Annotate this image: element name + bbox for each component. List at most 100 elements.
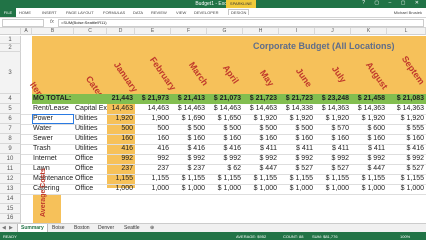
add-sheet-icon[interactable]: ⊕	[150, 225, 154, 231]
value-cell[interactable]: $ 500	[243, 124, 279, 134]
value-cell[interactable]: 1,155	[107, 174, 135, 184]
value-cell[interactable]: $ 1,690	[171, 114, 207, 124]
value-cell[interactable]: $ 160	[243, 134, 279, 144]
value-cell[interactable]: $ 14,338	[279, 104, 315, 114]
formula-input[interactable]: =SUM(Boise:Seattle!R11)	[58, 19, 424, 27]
column-header-d[interactable]: D	[107, 28, 135, 35]
value-cell[interactable]: 237	[107, 164, 135, 174]
select-all-corner[interactable]	[0, 28, 21, 35]
item-cell[interactable]: Trash	[33, 144, 74, 154]
column-header-g[interactable]: G	[207, 28, 243, 35]
value-cell[interactable]: $ 1,920	[315, 114, 351, 124]
user-name[interactable]: Michael Brusiek	[394, 10, 422, 15]
item-cell[interactable]: Internet	[33, 154, 74, 164]
name-box[interactable]	[2, 19, 44, 27]
column-header-i[interactable]: I	[279, 28, 315, 35]
value-cell[interactable]: $ 14,463	[171, 104, 207, 114]
category-cell[interactable]: Utilities	[75, 114, 107, 124]
value-cell[interactable]: 500	[107, 124, 135, 134]
value-cell[interactable]: 500	[135, 124, 171, 134]
row-header[interactable]: 4	[0, 94, 21, 104]
value-cell[interactable]: $ 160	[171, 134, 207, 144]
value-cell[interactable]: $ 14,463	[207, 104, 243, 114]
value-cell[interactable]: $ 160	[351, 134, 387, 144]
row-header[interactable]: 1	[0, 36, 21, 44]
category-cell[interactable]: Office	[75, 154, 107, 164]
value-cell[interactable]: 1,900	[135, 114, 171, 124]
item-cell[interactable]: Sewer	[33, 134, 74, 144]
value-cell[interactable]: 1,000	[135, 184, 171, 194]
value-cell[interactable]: $ 160	[279, 134, 315, 144]
value-cell[interactable]: $ 1,155	[351, 174, 387, 184]
value-cell[interactable]: $ 527	[315, 164, 351, 174]
value-cell[interactable]: $ 1,000	[171, 184, 207, 194]
value-cell[interactable]: 237	[135, 164, 171, 174]
total-cell[interactable]: $ 21,083	[387, 94, 426, 104]
value-cell[interactable]: $ 992	[315, 154, 351, 164]
value-cell[interactable]: $ 992	[351, 154, 387, 164]
column-header-k[interactable]: K	[351, 28, 387, 35]
value-cell[interactable]: $ 14,363	[387, 104, 426, 114]
row-header[interactable]: 14	[0, 194, 21, 204]
row-header[interactable]: 11	[0, 164, 21, 174]
row-header[interactable]: 10	[0, 154, 21, 164]
tab-file[interactable]: FILE	[0, 8, 16, 17]
column-header-h[interactable]: H	[243, 28, 279, 35]
total-cell[interactable]: $ 21,723	[243, 94, 279, 104]
value-cell[interactable]: $ 992	[207, 154, 243, 164]
value-cell[interactable]: 14,463	[107, 104, 135, 114]
total-cell[interactable]: $ 21,413	[171, 94, 207, 104]
totals-label[interactable]: MO TOTAL:	[33, 94, 93, 104]
value-cell[interactable]: $ 992	[387, 154, 426, 164]
row-header[interactable]: 9	[0, 144, 21, 154]
value-cell[interactable]: $ 1,000	[207, 184, 243, 194]
value-cell[interactable]: $ 992	[243, 154, 279, 164]
fx-icon[interactable]: fx	[50, 19, 54, 25]
total-cell[interactable]: $ 21,073	[207, 94, 243, 104]
value-cell[interactable]: 1,000	[107, 184, 135, 194]
category-cell[interactable]: Capital Ex	[75, 104, 107, 114]
value-cell[interactable]: $ 416	[387, 144, 426, 154]
value-cell[interactable]: $ 14,463	[243, 104, 279, 114]
row-header[interactable]: 13	[0, 184, 21, 194]
column-header-a[interactable]: A	[21, 28, 32, 35]
selected-cell[interactable]	[32, 114, 74, 124]
value-cell[interactable]: $ 500	[171, 124, 207, 134]
sheet-tab-seattle[interactable]: Seattle	[124, 225, 140, 231]
tab-insert[interactable]: INSERT	[42, 10, 57, 15]
row-header[interactable]: 12	[0, 174, 21, 184]
value-cell[interactable]: $ 1,000	[315, 184, 351, 194]
column-header-b[interactable]: B	[32, 28, 74, 35]
value-cell[interactable]: $ 570	[315, 124, 351, 134]
tab-developer[interactable]: DEVELOPER	[194, 10, 218, 15]
value-cell[interactable]: $ 992	[171, 154, 207, 164]
value-cell[interactable]: $ 1,920	[243, 114, 279, 124]
row-header[interactable]: 3	[0, 52, 21, 94]
value-cell[interactable]: $ 1,155	[279, 174, 315, 184]
value-cell[interactable]: $ 527	[279, 164, 315, 174]
category-cell[interactable]: Office	[75, 184, 107, 194]
column-header-e[interactable]: E	[135, 28, 171, 35]
value-cell[interactable]: $ 600	[351, 124, 387, 134]
value-cell[interactable]: $ 160	[207, 134, 243, 144]
value-cell[interactable]: $ 992	[279, 154, 315, 164]
row-header[interactable]: 15	[0, 204, 21, 214]
value-cell[interactable]: $ 237	[171, 164, 207, 174]
value-cell[interactable]: 416	[107, 144, 135, 154]
value-cell[interactable]: $ 1,155	[171, 174, 207, 184]
tab-scroll-left-icon[interactable]: ◀	[2, 225, 6, 231]
row-header[interactable]: 16	[0, 214, 21, 223]
column-header-j[interactable]: J	[315, 28, 351, 35]
value-cell[interactable]: $ 1,000	[279, 184, 315, 194]
value-cell[interactable]: $ 1,000	[243, 184, 279, 194]
value-cell[interactable]: $ 500	[207, 124, 243, 134]
tab-formulas[interactable]: FORMULAS	[103, 10, 125, 15]
value-cell[interactable]: $ 555	[387, 124, 426, 134]
category-cell[interactable]: Office	[75, 174, 107, 184]
value-cell[interactable]: $ 1,650	[207, 114, 243, 124]
row-header[interactable]: 6	[0, 114, 21, 124]
value-cell[interactable]: $ 1,920	[279, 114, 315, 124]
value-cell[interactable]: 992	[107, 154, 135, 164]
value-cell[interactable]: $ 416	[171, 144, 207, 154]
row-header[interactable]: 5	[0, 104, 21, 114]
